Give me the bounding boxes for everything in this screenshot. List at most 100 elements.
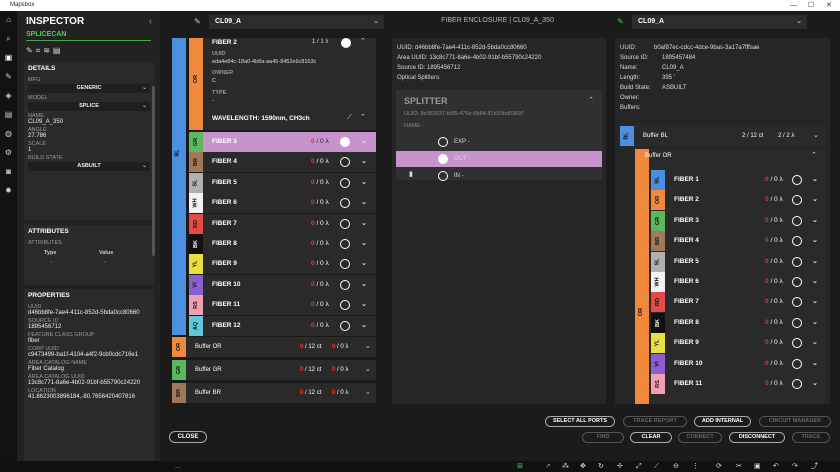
fiber-radio[interactable] [340,157,350,168]
fiber-row[interactable]: BR FIBER 4 0 / 0 λ ⌄ [651,231,825,252]
fiber-row[interactable]: VI FIBER 10 0 / 0 λ ⌄ [651,353,825,374]
chevron-up-icon[interactable]: ⌃ [588,96,594,104]
rotate-icon[interactable]: ↻ [598,461,604,472]
layer-add-icon[interactable]: ⊞ [517,461,523,472]
fiber-row[interactable]: RD FIBER 7 0 / 0 λ ⌄ [651,292,825,313]
fiber-row[interactable]: SL FIBER 5 0 / 0 λ ⌄ [189,172,376,193]
trace-report-button[interactable]: TRACE REPORT [623,416,687,427]
chevron-down-icon[interactable]: ⌄ [365,360,371,380]
alert-icon[interactable]: ✹ [0,186,17,201]
fiber-radio[interactable] [792,297,802,308]
collapse-icon[interactable]: ‹ [149,16,152,26]
pencil-icon[interactable]: ✎ [26,46,36,55]
chevron-down-icon[interactable]: ⌄ [361,316,367,336]
chevron-up-icon[interactable]: ⌃ [360,38,366,45]
fiber-radio[interactable] [792,256,802,267]
clear-button[interactable]: CLEAR [630,432,672,443]
fiber-radio[interactable] [340,198,350,209]
chevron-down-icon[interactable]: ⌄ [361,254,367,274]
fiber-radio[interactable] [792,277,802,287]
fiber-radio[interactable] [792,195,802,206]
chevron-down-icon[interactable]: ⌄ [813,126,819,146]
fiber-radio[interactable] [792,175,802,185]
drag-icon[interactable]: ✥ [580,461,586,472]
buffer-bl-row[interactable]: BL Buffer BL 2 / 12 ct 2 / 2 λ ⌄ [620,126,825,146]
chevron-down-icon[interactable]: ⌄ [361,152,367,172]
chevron-down-icon[interactable]: ⌄ [812,292,818,312]
pencil-icon[interactable]: ✎ [617,17,624,26]
fiber-row[interactable]: BL FIBER 1 0 / 0 λ ⌄ [651,170,825,190]
chevron-down-icon[interactable]: ⌄ [361,193,367,213]
left-cable-select[interactable]: CL09_A ⌄ [209,15,384,29]
inspector-icon[interactable]: ▣ [0,53,17,68]
fiber-radio[interactable] [792,215,802,226]
chevron-down-icon[interactable]: ⌄ [812,170,818,190]
trash-icon[interactable]: ▮ [409,170,413,178]
fiber-radio[interactable] [340,239,350,249]
chevron-down-icon[interactable]: ⌄ [365,337,371,357]
chevron-down-icon[interactable]: ⌄ [361,214,367,234]
chevron-up-icon[interactable]: ⌃ [360,113,366,121]
chevron-down-icon[interactable]: ⌄ [365,383,371,403]
buffer-row[interactable]: OR Buffer OR 0 / 12 ct 0 / 0 λ ⌄ [172,337,376,357]
camera-icon[interactable]: ◙ [0,167,17,182]
chevron-down-icon[interactable]: ⌄ [812,354,818,374]
close-button[interactable]: CLOSE [169,431,207,443]
fiber-row[interactable]: AQ FIBER 12 0 / 0 λ ⌄ [189,315,376,336]
close-window-icon[interactable]: ✕ [826,0,832,11]
fiber-radio[interactable] [340,137,350,147]
fiber-row[interactable]: RS FIBER 11 0 / 0 λ ⌄ [189,295,376,316]
connect-button[interactable]: CONNECT [678,432,722,443]
image-icon[interactable]: ▣ [754,461,761,472]
fiber-radio[interactable] [340,279,350,290]
resize-icon[interactable]: ⤢ [636,461,642,472]
delete-icon[interactable]: ⊖ [673,461,679,472]
fiber-radio[interactable] [340,259,350,270]
home-icon[interactable]: ⌂ [0,15,17,30]
fiber-radio[interactable] [341,38,351,48]
undo-icon[interactable]: ↶ [773,461,779,472]
minimize-icon[interactable]: — [790,0,797,11]
chevron-down-icon[interactable]: ⌄ [361,295,367,315]
add-internal-button[interactable]: ADD INTERNAL [694,416,751,427]
outer-buffer-bl[interactable]: BL [172,38,186,335]
chevron-down-icon[interactable]: ⌄ [361,234,367,254]
redo-icon[interactable]: ↷ [792,461,798,472]
angle-value[interactable]: 27.786 [24,133,154,139]
fiber-row[interactable]: RD FIBER 7 0 / 0 λ ⌄ [189,213,376,234]
more-icon[interactable]: ⋮ [692,461,699,472]
fiber-row[interactable]: GR FIBER 3 0 / 0 λ ⌄ [651,210,825,231]
inspector-scrollbar[interactable] [152,86,155,256]
name-value[interactable]: CL09_A_350 [24,119,154,125]
chevron-down-icon[interactable]: ⌄ [812,272,818,292]
fiber-radio[interactable] [792,236,802,247]
globe-icon[interactable]: ◍ [0,129,17,144]
chevron-down-icon[interactable]: ⌄ [361,275,367,295]
chevron-down-icon[interactable]: ⌄ [812,313,818,333]
fiber-radio[interactable] [340,320,350,331]
port-radio[interactable] [438,137,448,147]
build-state-select[interactable]: ASBUILT ⌄ [28,162,150,171]
select-all-ports-button[interactable]: SELECT ALL PORTS [545,416,615,427]
fiber-radio[interactable] [792,358,802,369]
maximize-icon[interactable]: ☐ [808,0,814,11]
pencil-icon[interactable]: ✎ [194,17,201,26]
splitter-port[interactable]: IN - [396,168,602,184]
fiber-row[interactable]: YL FIBER 9 0 / 0 λ ⌄ [651,333,825,354]
chevron-down-icon[interactable]: ⌄ [812,211,818,231]
chevron-down-icon[interactable]: ⌄ [812,374,818,394]
buffer-row[interactable]: BR Buffer BR 0 / 12 ct 0 / 0 λ ⌄ [172,383,376,403]
fiber-radio[interactable] [792,338,802,349]
cut-icon[interactable]: ✂ [736,461,742,472]
port-radio[interactable] [438,171,448,181]
mfg-select[interactable]: GENERIC ⌄ [28,84,150,93]
fiber-radio[interactable] [340,177,350,188]
trace-button[interactable]: TRACE [792,432,830,443]
search-icon[interactable]: ⌕ [0,34,17,49]
right-cable-select[interactable]: CL09_A ⌄ [632,15,807,29]
chevron-down-icon[interactable]: ⌄ [812,333,818,353]
fiber-radio[interactable] [792,317,802,328]
chevron-down-icon[interactable]: ⌄ [812,252,818,272]
refresh-icon[interactable]: ⟳ [716,461,722,472]
chevron-down-icon[interactable]: ⌄ [812,231,818,251]
